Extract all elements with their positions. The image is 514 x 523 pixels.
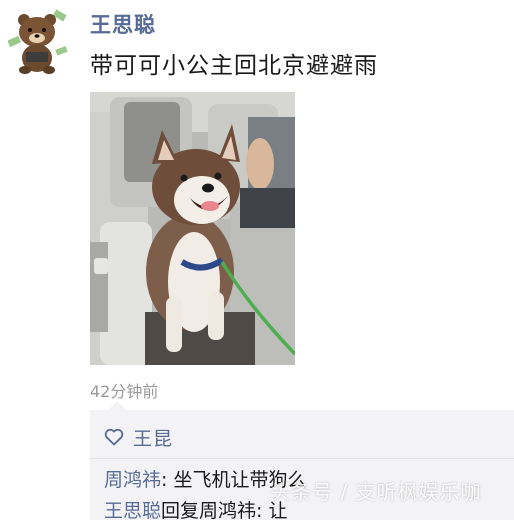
- comment-separator: :: [161, 469, 174, 491]
- liker-name[interactable]: 王昆: [133, 424, 173, 451]
- comment-text: 回复周鸿祎: 让: [161, 500, 288, 522]
- post-timestamp: 42分钟前: [90, 382, 159, 401]
- comment-author[interactable]: 王思聪: [104, 500, 161, 522]
- likes-row: 王昆: [104, 424, 173, 451]
- post-text: 带可可小公主回北京避避雨: [90, 53, 378, 79]
- heart-icon: [104, 428, 124, 446]
- post-username[interactable]: 王思聪: [90, 9, 156, 39]
- comment-item[interactable]: 王思聪回复周鸿祎: 让: [104, 496, 287, 523]
- bear-avatar-icon: [7, 9, 68, 74]
- avatar[interactable]: [7, 8, 70, 76]
- comment-author[interactable]: 周鸿祎: [104, 469, 161, 491]
- divider: [90, 458, 514, 459]
- dog-in-cabin-photo: [90, 92, 295, 365]
- panel-notch: [108, 401, 126, 410]
- watermark: 头条号 / 支听枫娱乐咖: [270, 480, 482, 504]
- post-photo[interactable]: [90, 92, 295, 365]
